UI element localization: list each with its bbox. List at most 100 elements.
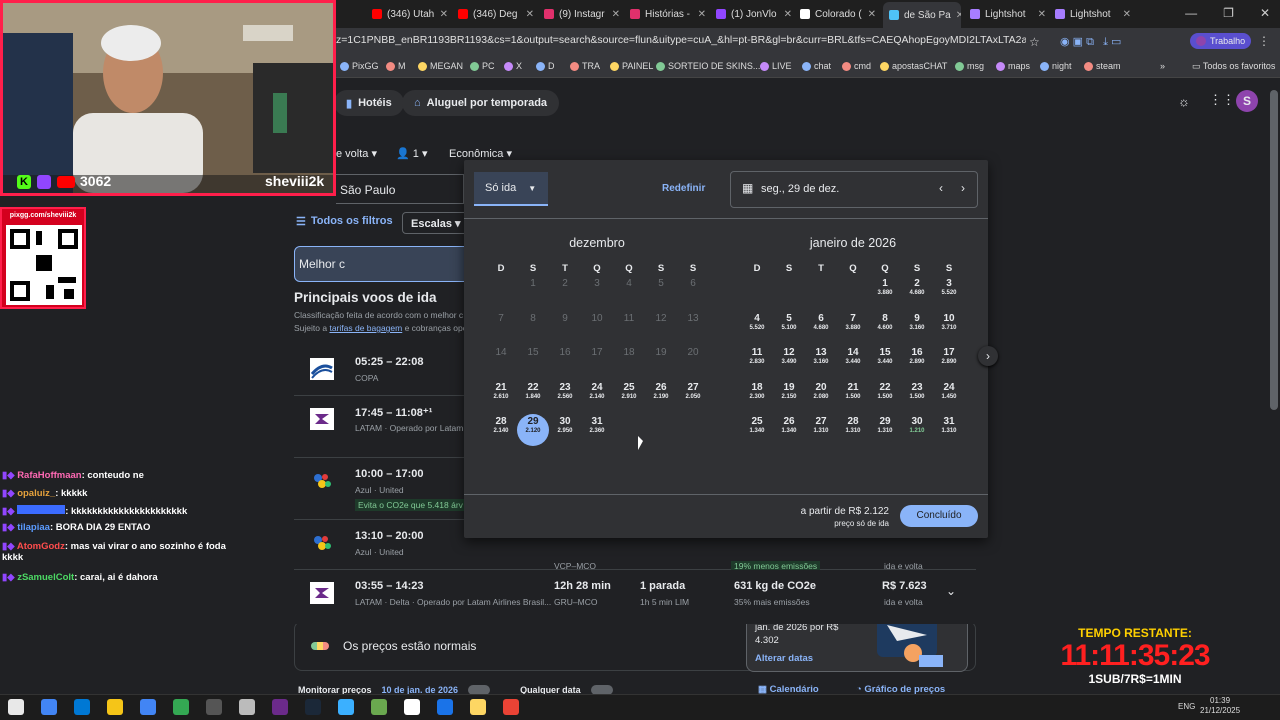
theme-icon[interactable]: ☼	[1178, 94, 1190, 109]
chrome-icon[interactable]	[173, 699, 189, 715]
calendar-day[interactable]: 29 2.120	[517, 414, 549, 447]
calendar-day[interactable]: 19 2.150	[773, 380, 805, 412]
app-icon[interactable]	[437, 699, 453, 715]
calendar-day[interactable]: 11 2.830	[741, 345, 773, 377]
bookmark-item[interactable]: D	[536, 61, 555, 71]
next-date-icon[interactable]: ›	[961, 181, 965, 195]
bookmark-item[interactable]: msg	[955, 61, 984, 71]
account-avatar[interactable]: S	[1236, 90, 1258, 112]
bookmark-item[interactable]: apostasCHAT	[880, 61, 947, 71]
calendar-day[interactable]: 31 2.360	[581, 414, 613, 446]
app-icon[interactable]	[206, 699, 222, 715]
close-tab-icon[interactable]: ✕	[956, 10, 961, 21]
chat-username[interactable]: opaluiz_	[17, 488, 55, 499]
bookmark-item[interactable]: cmd	[842, 61, 871, 71]
calendar-day[interactable]: 30 1.210	[901, 414, 933, 446]
trip-type-dropdown[interactable]: Só ida ▼	[474, 172, 548, 206]
calendar-day[interactable]: 8 4.600	[869, 311, 901, 343]
chat-username[interactable]: tilapiaa	[17, 522, 50, 533]
close-tab-icon[interactable]: ✕	[784, 9, 792, 20]
bookmark-item[interactable]: PixGG	[340, 61, 379, 71]
calendar-day[interactable]: 1 3.880	[869, 276, 901, 308]
calendar-day[interactable]: 2 4.680	[901, 276, 933, 308]
clock[interactable]: 01:39 21/12/2025	[1200, 696, 1240, 716]
browser-tab[interactable]: Lightshot ✕	[970, 4, 1046, 24]
reset-button[interactable]: Redefinir	[662, 183, 705, 194]
date-field[interactable]: ▦ seg., 29 de dez. ‹ ›	[730, 171, 978, 208]
chat-username[interactable]: zSamuelColt	[17, 572, 74, 583]
calendar-day[interactable]: 14 3.440	[837, 345, 869, 377]
browser-tab[interactable]: (9) Instagr ✕	[544, 4, 620, 24]
browser-tab[interactable]: (346) Utah ✕	[372, 4, 448, 24]
browser-tab[interactable]: de São Pa ✕	[883, 2, 961, 28]
calendar-day[interactable]: 21 2.610	[485, 380, 517, 412]
language-indicator[interactable]: ENG	[1178, 702, 1195, 711]
calendar-day[interactable]: 28 2.140	[485, 414, 517, 446]
close-tab-icon[interactable]: ✕	[698, 9, 706, 20]
baggage-link[interactable]: tarifas de bagagem	[329, 323, 402, 333]
calendar-day[interactable]: 4 5.520	[741, 311, 773, 343]
browser-tab[interactable]: Lightshot ✕	[1055, 4, 1131, 24]
calendar-day[interactable]: 6 4.680	[805, 311, 837, 343]
calendar-day[interactable]: 16 2.890	[901, 345, 933, 377]
obs-icon[interactable]	[272, 699, 288, 715]
minimize-button[interactable]: —	[1185, 6, 1197, 20]
bookmark-item[interactable]: steam	[1084, 61, 1121, 71]
bookmark-item[interactable]: maps	[996, 61, 1030, 71]
close-tab-icon[interactable]: ✕	[1123, 9, 1131, 20]
calendar-day[interactable]: 27 2.050	[677, 380, 709, 412]
calendar-day[interactable]: 29 1.310	[869, 414, 901, 446]
bookmarks-overflow[interactable]: »	[1160, 61, 1165, 71]
calendar-day[interactable]: 23 1.500	[901, 380, 933, 412]
close-tab-icon[interactable]: ✕	[440, 9, 448, 20]
calendar-day[interactable]: 12 3.490	[773, 345, 805, 377]
calendar-day[interactable]: 18 2.300	[741, 380, 773, 412]
settings-icon[interactable]	[239, 699, 255, 715]
app-icon[interactable]	[470, 699, 486, 715]
calendar-day[interactable]: 22 1.840	[517, 380, 549, 412]
calendar-day[interactable]: 30 2.950	[549, 414, 581, 446]
browser-tab[interactable]: (1) JonVlo ✕	[716, 4, 792, 24]
close-tab-icon[interactable]: ✕	[612, 9, 620, 20]
extensions-icon[interactable]: ◉ ▣ ⧉ ⤓ ▭	[1060, 35, 1121, 49]
browser-tab[interactable]: Histórias - ✕	[630, 4, 706, 24]
all-filters-button[interactable]: ☰ Todos os filtros	[296, 215, 393, 228]
calendar-day[interactable]: 24 2.140	[581, 380, 613, 412]
calendar-day[interactable]: 23 2.560	[549, 380, 581, 412]
calendar-day[interactable]: 22 1.500	[869, 380, 901, 412]
calendar-day[interactable]: 25 1.340	[741, 414, 773, 446]
maximize-button[interactable]: ❐	[1223, 6, 1234, 20]
calendar-day[interactable]: 7 3.880	[837, 311, 869, 343]
scrollbar[interactable]	[1270, 90, 1278, 410]
profile-chip[interactable]: Trabalho	[1190, 33, 1252, 49]
origin-input[interactable]: São Paulo	[336, 174, 464, 204]
bookmark-item[interactable]: PAINEL	[610, 61, 653, 71]
done-button[interactable]: Concluído	[900, 505, 978, 527]
edge-icon[interactable]	[74, 699, 90, 715]
calendar-day[interactable]: 15 3.440	[869, 345, 901, 377]
calendar-day[interactable]: 17 2.890	[933, 345, 965, 377]
store-icon[interactable]	[140, 699, 156, 715]
all-bookmarks[interactable]: ▭ Todos os favoritos	[1192, 61, 1275, 72]
rentals-tab[interactable]: ⌂ Aluguel por temporada	[402, 90, 560, 116]
passengers-select[interactable]: 👤 1 ▾	[396, 147, 427, 160]
calendar-day[interactable]: 5 5.100	[773, 311, 805, 343]
windows-start-icon[interactable]	[8, 699, 24, 715]
stops-filter[interactable]: Escalas ▾	[402, 212, 470, 234]
calendar-day[interactable]: 10 3.710	[933, 311, 965, 343]
bookmark-item[interactable]: TRA	[570, 61, 600, 71]
flight-row[interactable]: 03:55 – 14:23 LATAM · Delta · Operado por…	[294, 570, 976, 624]
next-month-button[interactable]: ›	[978, 346, 998, 366]
calendar-day[interactable]: 9 3.160	[901, 311, 933, 343]
bookmark-item[interactable]: PC	[470, 61, 495, 71]
copilot-icon[interactable]	[41, 699, 57, 715]
calendar-day[interactable]: 3 5.520	[933, 276, 965, 308]
close-window-button[interactable]: ✕	[1260, 6, 1270, 20]
chat-username[interactable]: AtomGodz	[17, 541, 65, 552]
cabin-select[interactable]: Econômica ▾	[449, 147, 512, 160]
calendar-day[interactable]: 25 2.910	[613, 380, 645, 412]
calendar-day[interactable]: 26 1.340	[773, 414, 805, 446]
bookmark-item[interactable]: SORTEIO DE SKINS...	[656, 61, 760, 71]
close-tab-icon[interactable]: ✕	[526, 9, 534, 20]
bookmark-item[interactable]: LIVE	[760, 61, 792, 71]
